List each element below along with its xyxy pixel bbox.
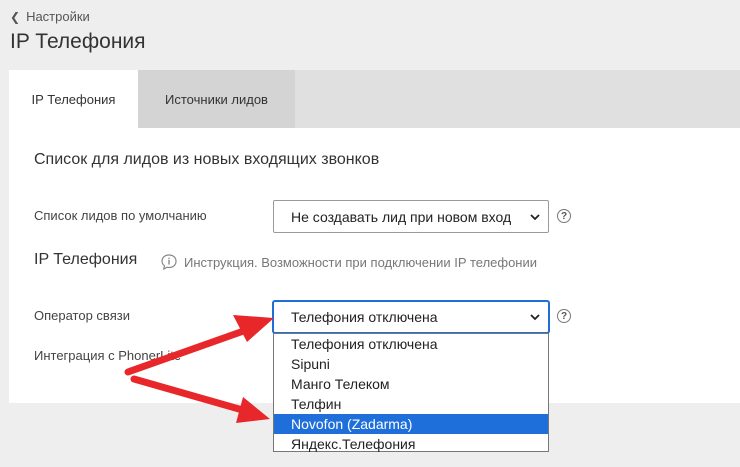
operator-select[interactable]: Телефония отключена (273, 301, 549, 333)
dropdown-option[interactable]: Телефония отключена (274, 334, 548, 354)
back-link-label: Настройки (26, 9, 90, 24)
chevron-left-icon: ❮ (10, 9, 21, 24)
page-title: IP Телефония (10, 30, 146, 53)
instruction-link-text: Инструкция. Возможности при подключении … (184, 254, 538, 270)
dropdown-option[interactable]: Яндекс.Телефония (274, 434, 548, 454)
chevron-down-icon (530, 314, 540, 321)
default-list-label: Список лидов по умолчанию (34, 208, 207, 223)
tab-bar: IP Телефония Источники лидов (9, 70, 740, 128)
speech-bubble-info-icon (161, 254, 177, 271)
dropdown-option[interactable]: Sipuni (274, 354, 548, 374)
operator-value: Телефония отключена (291, 309, 438, 325)
tab-lead-sources[interactable]: Источники лидов (138, 70, 295, 128)
dropdown-option[interactable]: Телфин (274, 394, 548, 414)
default-list-value: Не создавать лид при новом вход (291, 208, 512, 225)
question-circle-icon[interactable]: ? (557, 309, 571, 323)
dropdown-option-selected[interactable]: Novofon (Zadarma) (274, 414, 548, 434)
integration-label: Интеграция с PhonerLite (34, 348, 182, 363)
tab-label: IP Телефония (31, 91, 116, 107)
default-list-select[interactable]: Не создавать лид при новом вход (273, 200, 549, 233)
dropdown-option[interactable]: Манго Телеком (274, 374, 548, 394)
section-heading: Список для лидов из новых входящих звонк… (34, 151, 380, 168)
operator-label: Оператор связи (34, 308, 130, 323)
question-circle-icon[interactable]: ? (557, 209, 571, 223)
chevron-down-icon (530, 213, 540, 220)
tab-ip-telephony[interactable]: IP Телефония (9, 70, 138, 128)
back-link[interactable]: ❮ Настройки (10, 9, 90, 24)
operator-dropdown-list: Телефония отключена Sipuni Манго Телеком… (273, 333, 549, 452)
tab-label: Источники лидов (165, 91, 268, 107)
instruction-link[interactable]: Инструкция. Возможности при подключении … (160, 253, 537, 271)
telephony-heading: IP Телефония (34, 251, 138, 268)
